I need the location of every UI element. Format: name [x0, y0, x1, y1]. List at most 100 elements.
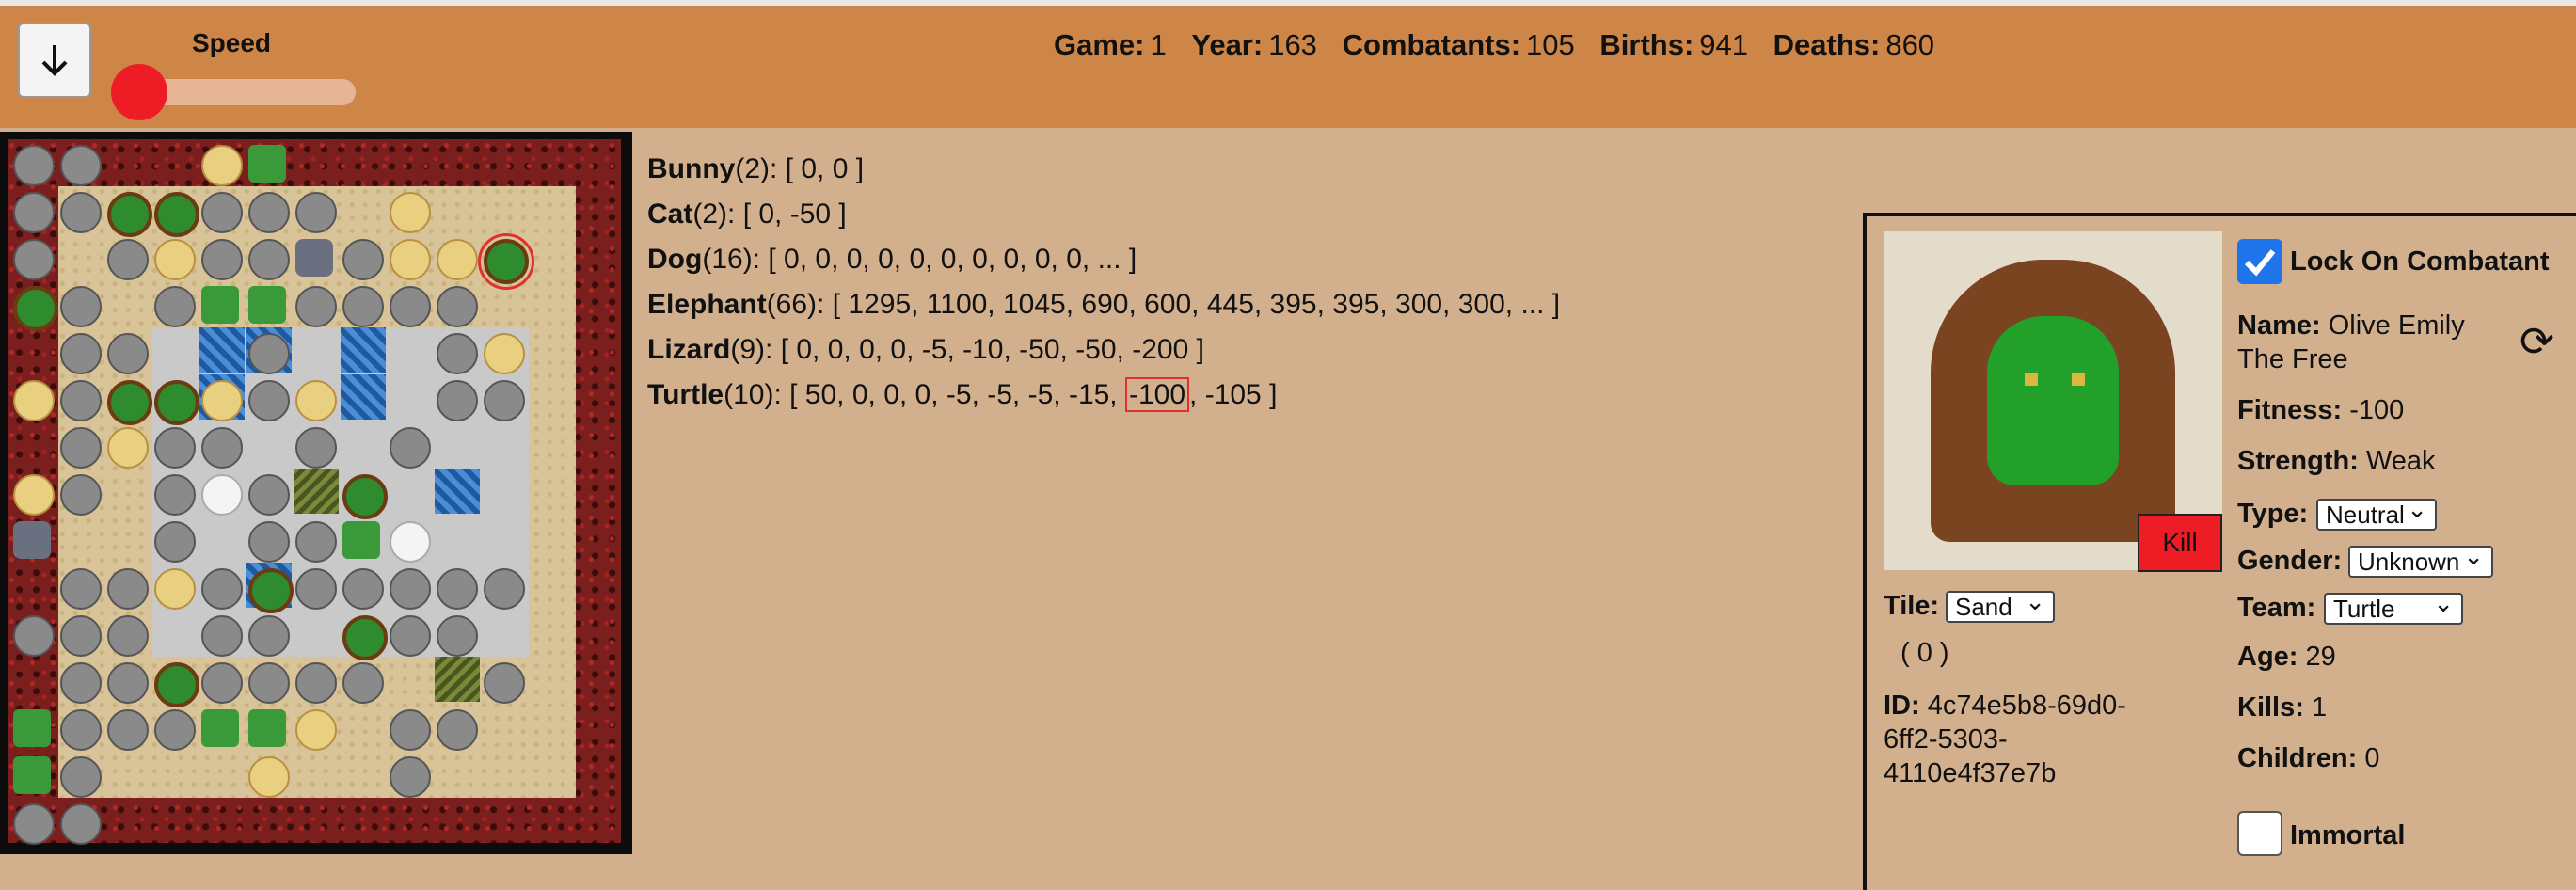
turtle-combatant[interactable]	[342, 474, 388, 519]
dog-combatant[interactable]	[484, 333, 525, 374]
elephant-combatant[interactable]	[390, 756, 431, 798]
elephant-combatant[interactable]	[13, 239, 55, 280]
elephant-combatant[interactable]	[60, 427, 102, 469]
turtle-combatant[interactable]	[248, 568, 294, 613]
elephant-combatant[interactable]	[60, 803, 102, 845]
lock-on-checkbox[interactable]	[2237, 239, 2282, 284]
elephant-combatant[interactable]	[248, 474, 290, 516]
immortal-checkbox[interactable]	[2237, 811, 2282, 856]
elephant-combatant[interactable]	[13, 145, 55, 186]
dog-combatant[interactable]	[201, 380, 243, 421]
turtle-combatant[interactable]	[13, 286, 58, 331]
elephant-combatant[interactable]	[437, 568, 478, 610]
elephant-combatant[interactable]	[295, 521, 337, 563]
cat-combatant[interactable]	[13, 521, 51, 559]
bunny-combatant[interactable]	[201, 474, 243, 516]
refresh-icon[interactable]: ⟳	[2520, 318, 2554, 366]
turtle-combatant[interactable]	[154, 380, 199, 425]
cat-combatant[interactable]	[295, 239, 333, 277]
elephant-combatant[interactable]	[60, 474, 102, 516]
dog-combatant[interactable]	[13, 474, 55, 516]
elephant-combatant[interactable]	[437, 709, 478, 751]
elephant-combatant[interactable]	[437, 333, 478, 374]
elephant-combatant[interactable]	[437, 615, 478, 657]
elephant-combatant[interactable]	[107, 709, 149, 751]
elephant-combatant[interactable]	[201, 615, 243, 657]
turtle-combatant[interactable]	[154, 192, 199, 237]
elephant-combatant[interactable]	[342, 568, 384, 610]
lizard-combatant[interactable]	[248, 286, 286, 324]
lizard-combatant[interactable]	[13, 756, 51, 794]
elephant-combatant[interactable]	[390, 286, 431, 327]
elephant-combatant[interactable]	[248, 662, 290, 704]
lizard-combatant[interactable]	[201, 286, 239, 324]
kill-button[interactable]: Kill	[2138, 514, 2222, 572]
elephant-combatant[interactable]	[295, 427, 337, 469]
elephant-combatant[interactable]	[248, 615, 290, 657]
elephant-combatant[interactable]	[342, 662, 384, 704]
lizard-combatant[interactable]	[342, 521, 380, 559]
elephant-combatant[interactable]	[295, 192, 337, 233]
dog-combatant[interactable]	[295, 380, 337, 421]
elephant-combatant[interactable]	[484, 568, 525, 610]
elephant-combatant[interactable]	[390, 615, 431, 657]
elephant-combatant[interactable]	[437, 380, 478, 421]
elephant-combatant[interactable]	[60, 615, 102, 657]
elephant-combatant[interactable]	[390, 427, 431, 469]
elephant-combatant[interactable]	[295, 568, 337, 610]
elephant-combatant[interactable]	[60, 662, 102, 704]
dog-combatant[interactable]	[390, 239, 431, 280]
turtle-combatant[interactable]	[107, 380, 152, 425]
elephant-combatant[interactable]	[390, 709, 431, 751]
elephant-combatant[interactable]	[154, 521, 196, 563]
collapse-button[interactable]	[18, 23, 91, 98]
elephant-combatant[interactable]	[201, 427, 243, 469]
elephant-combatant[interactable]	[342, 286, 384, 327]
elephant-combatant[interactable]	[60, 380, 102, 421]
gender-select[interactable]: Unknown	[2348, 542, 2493, 578]
dog-combatant[interactable]	[13, 380, 55, 421]
elephant-combatant[interactable]	[60, 709, 102, 751]
elephant-combatant[interactable]	[107, 662, 149, 704]
elephant-combatant[interactable]	[60, 568, 102, 610]
turtle-combatant[interactable]	[342, 615, 388, 660]
dog-combatant[interactable]	[201, 145, 243, 186]
dog-combatant[interactable]	[248, 756, 290, 798]
elephant-combatant[interactable]	[248, 380, 290, 421]
elephant-combatant[interactable]	[201, 568, 243, 610]
elephant-combatant[interactable]	[60, 333, 102, 374]
dog-combatant[interactable]	[154, 239, 196, 280]
elephant-combatant[interactable]	[201, 662, 243, 704]
arena-board[interactable]	[0, 132, 632, 854]
elephant-combatant[interactable]	[154, 709, 196, 751]
dog-combatant[interactable]	[295, 709, 337, 751]
elephant-combatant[interactable]	[248, 333, 290, 374]
elephant-combatant[interactable]	[60, 145, 102, 186]
elephant-combatant[interactable]	[201, 192, 243, 233]
elephant-combatant[interactable]	[13, 615, 55, 657]
team-select[interactable]: Turtle	[2324, 589, 2463, 625]
elephant-combatant[interactable]	[13, 192, 55, 233]
elephant-combatant[interactable]	[248, 192, 290, 233]
elephant-combatant[interactable]	[248, 521, 290, 563]
elephant-combatant[interactable]	[13, 803, 55, 845]
elephant-combatant[interactable]	[154, 427, 196, 469]
dog-combatant[interactable]	[390, 192, 431, 233]
elephant-combatant[interactable]	[60, 286, 102, 327]
lizard-combatant[interactable]	[201, 709, 239, 747]
lizard-combatant[interactable]	[248, 145, 286, 183]
elephant-combatant[interactable]	[107, 615, 149, 657]
type-select[interactable]: Neutral	[2316, 495, 2437, 531]
elephant-combatant[interactable]	[390, 568, 431, 610]
bunny-combatant[interactable]	[390, 521, 431, 563]
elephant-combatant[interactable]	[342, 239, 384, 280]
speed-slider-thumb[interactable]	[111, 64, 167, 120]
lizard-combatant[interactable]	[13, 709, 51, 747]
lizard-combatant[interactable]	[248, 709, 286, 747]
dog-combatant[interactable]	[107, 427, 149, 469]
elephant-combatant[interactable]	[484, 662, 525, 704]
elephant-combatant[interactable]	[154, 286, 196, 327]
elephant-combatant[interactable]	[154, 474, 196, 516]
tile-select[interactable]: Sand	[1946, 587, 2055, 623]
dog-combatant[interactable]	[437, 239, 478, 280]
